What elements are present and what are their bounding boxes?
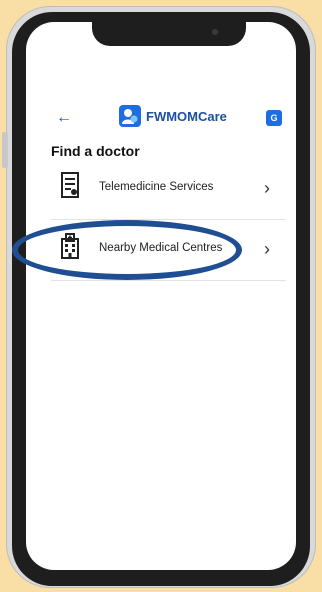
list-item-label: Nearby Medical Centres [99, 242, 223, 254]
page-title: Find a doctor [51, 143, 140, 159]
list-item-label: Telemedicine Services [99, 181, 214, 193]
camera-icon [212, 29, 218, 35]
arrow-left-icon[interactable]: ← [56, 110, 72, 126]
document-icon [60, 172, 80, 198]
fwmomcare-logo [119, 105, 141, 127]
chevron-right-icon: › [264, 178, 270, 198]
chevron-right-icon: › [264, 239, 270, 259]
hospital-building-icon [60, 233, 80, 259]
translate-icon[interactable]: G [266, 110, 282, 126]
phone-notch [92, 16, 246, 46]
list-item-telemedicine[interactable]: Telemedicine Services › [51, 162, 286, 220]
app-brand-name: FWMOMCare [146, 109, 227, 124]
list-item-nearby-medical-centres[interactable]: Nearby Medical Centres › [51, 223, 286, 281]
app-header: ← FWMOMCare G [52, 104, 292, 134]
phone-side-button [2, 132, 8, 168]
